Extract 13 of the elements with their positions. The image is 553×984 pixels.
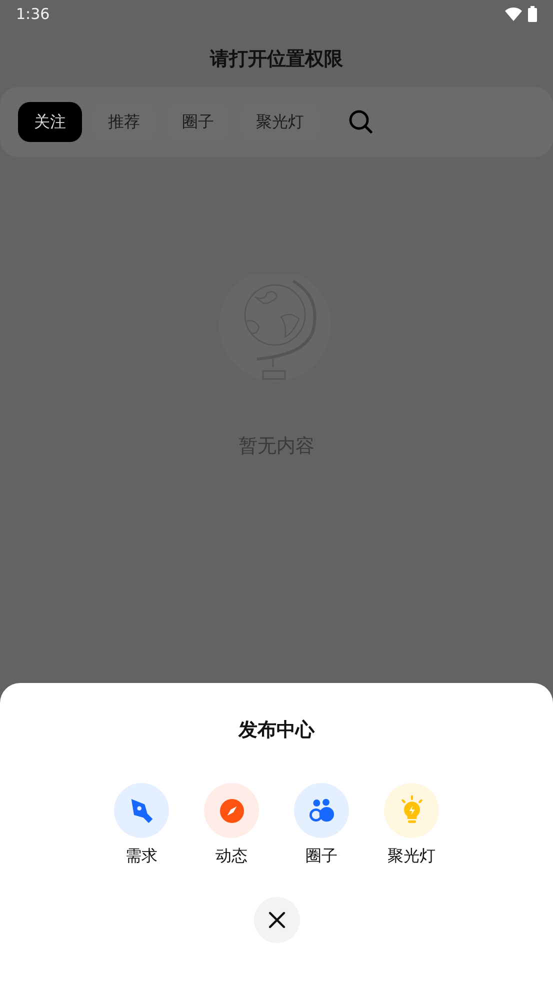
- status-time: 1:36: [16, 5, 50, 23]
- pen-nib-icon: [130, 798, 152, 822]
- close-button[interactable]: [254, 897, 300, 943]
- people-icon: [308, 798, 334, 822]
- search-icon[interactable]: [348, 109, 374, 135]
- category-tab[interactable]: 关注: [18, 102, 82, 142]
- close-icon: [268, 911, 286, 929]
- light-bulb-icon: [401, 794, 422, 822]
- compass-icon: [220, 798, 244, 822]
- wifi-icon: [505, 7, 522, 21]
- sheet-title: 发布中心: [238, 718, 314, 743]
- battery-icon: [528, 6, 537, 22]
- page-title: 请打开位置权限: [210, 47, 343, 72]
